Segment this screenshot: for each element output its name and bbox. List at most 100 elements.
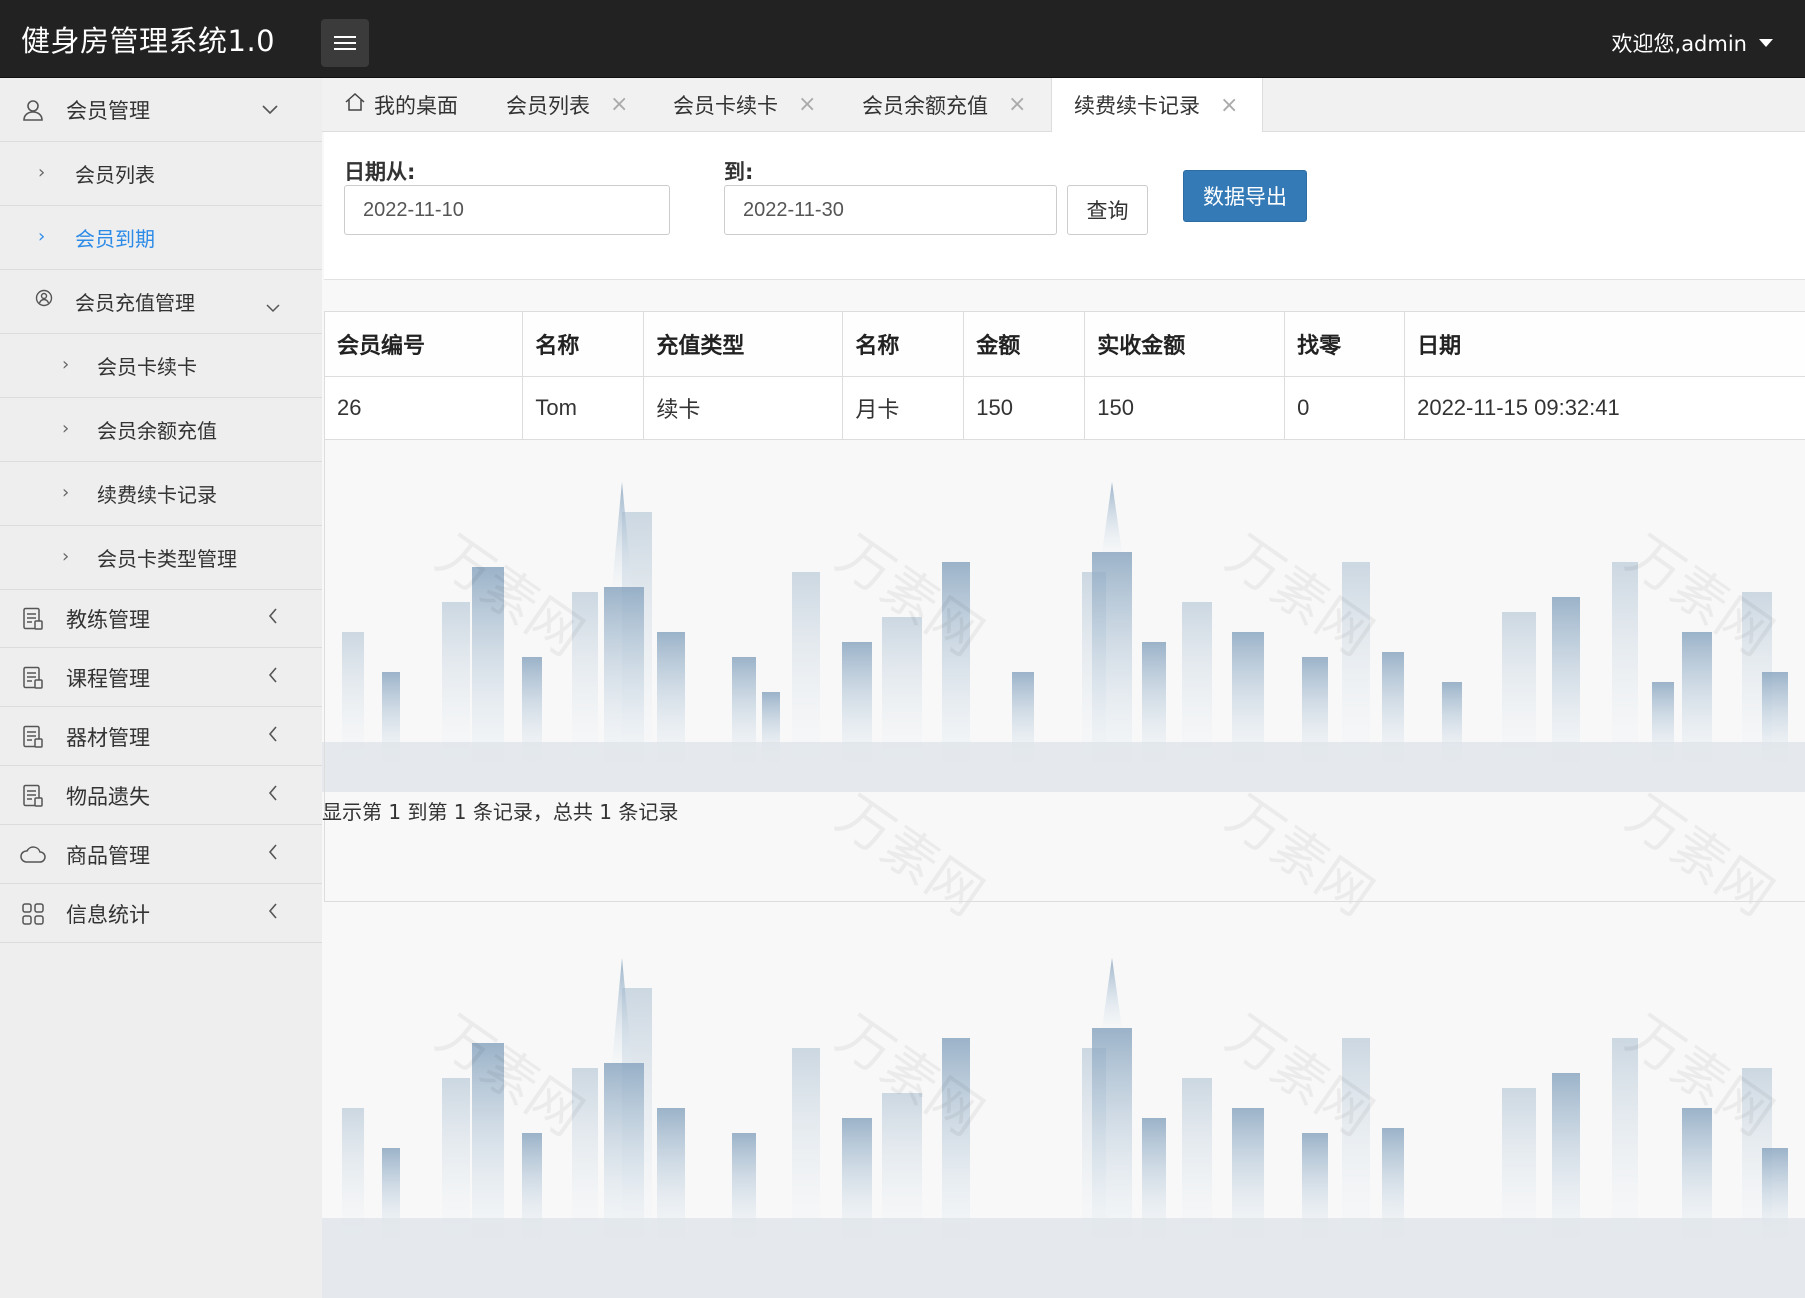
sidebar-item-course-management[interactable]: 课程管理 — [0, 649, 322, 707]
table-cell: 月卡 — [842, 376, 965, 440]
sidebar-item-lost-items[interactable]: 物品遗失 — [0, 767, 322, 825]
search-filter-panel: 日期从: 到: 查询 数据导出 — [324, 132, 1805, 280]
close-icon[interactable]: × — [1220, 93, 1238, 118]
sidebar-item-label: 会员卡类型管理 — [97, 547, 237, 571]
close-icon[interactable]: × — [610, 92, 628, 117]
close-icon[interactable]: × — [1008, 92, 1026, 117]
sidebar-item-label: 会员到期 — [75, 227, 155, 251]
main-content: 万素网 万素网 万素网 万素网 万素网 万素网 万素网 万素网 万素网 万素网 … — [322, 132, 1805, 1298]
tab-label: 会员余额充值 — [862, 93, 988, 118]
table-cell: 150 — [1084, 376, 1286, 440]
sidebar: 会员管理 › 会员列表 › 会员到期 会员充值管理 › 会员卡续卡 › 会员余额… — [0, 78, 323, 1298]
table-cell: 续卡 — [643, 376, 844, 440]
cloud-icon — [20, 842, 46, 868]
chevron-left-icon — [268, 608, 278, 629]
sidebar-item-product-management[interactable]: 商品管理 — [0, 826, 322, 884]
sidebar-item-label: 续费续卡记录 — [97, 483, 217, 507]
sidebar-item-coach-management[interactable]: 教练管理 — [0, 590, 322, 648]
document-icon — [20, 724, 46, 750]
tab-balance-recharge[interactable]: 会员余额充值 × — [862, 78, 1026, 131]
sidebar-item-label: 物品遗失 — [66, 784, 150, 809]
chevron-right-icon: › — [38, 162, 46, 183]
top-navbar: 健身房管理系统1.0 欢迎您,admin — [0, 0, 1805, 78]
sidebar-item-label: 课程管理 — [66, 666, 150, 691]
sidebar-item-statistics[interactable]: 信息统计 — [0, 885, 322, 943]
sidebar-item-label: 会员管理 — [66, 98, 150, 123]
table-cell: 0 — [1284, 376, 1406, 440]
column-header[interactable]: 名称 — [842, 312, 965, 377]
sidebar-item-card-renewal[interactable]: › 会员卡续卡 — [0, 334, 322, 398]
user-menu-dropdown[interactable]: 欢迎您,admin — [1612, 28, 1773, 58]
tab-member-list[interactable]: 会员列表 × — [506, 78, 628, 131]
table-cell: Tom — [522, 376, 645, 440]
table-cell: 2022-11-15 09:32:41 — [1404, 376, 1805, 440]
table-cell: 26 — [325, 376, 524, 440]
date-to-label: 到: — [724, 160, 754, 184]
sidebar-item-recharge-management[interactable]: 会员充值管理 — [0, 270, 322, 334]
sidebar-item-member-management[interactable]: 会员管理 — [0, 78, 322, 142]
sidebar-item-member-list[interactable]: › 会员列表 — [0, 142, 322, 206]
chevron-left-icon — [268, 726, 278, 747]
tab-label: 续费续卡记录 — [1074, 94, 1200, 118]
table-cell: 150 — [963, 376, 1086, 440]
tab-label: 会员卡续卡 — [673, 93, 778, 118]
column-header[interactable]: 名称 — [522, 312, 645, 377]
column-header[interactable]: 日期 — [1404, 312, 1805, 377]
column-header[interactable]: 充值类型 — [643, 312, 844, 377]
sidebar-item-label: 会员卡续卡 — [97, 355, 197, 379]
column-header[interactable]: 金额 — [963, 312, 1086, 377]
sidebar-item-balance-recharge[interactable]: › 会员余额充值 — [0, 398, 322, 462]
table-row[interactable]: 26 Tom 续卡 月卡 150 150 0 2022-11-15 09:32:… — [325, 376, 1805, 440]
sidebar-item-label: 器材管理 — [66, 725, 150, 750]
export-data-button[interactable]: 数据导出 — [1183, 170, 1307, 222]
menu-icon — [334, 32, 356, 54]
column-header[interactable]: 找零 — [1284, 312, 1406, 377]
column-header[interactable]: 实收金额 — [1084, 312, 1286, 377]
date-from-input[interactable] — [344, 185, 670, 235]
chevron-right-icon: › — [62, 546, 70, 567]
sidebar-item-renewal-records[interactable]: › 续费续卡记录 — [0, 462, 322, 526]
date-from-label: 日期从: — [344, 160, 416, 184]
sidebar-item-label: 教练管理 — [66, 607, 150, 632]
document-icon — [20, 665, 46, 691]
sidebar-item-equipment-management[interactable]: 器材管理 — [0, 708, 322, 766]
column-header[interactable]: 会员编号 — [325, 312, 524, 377]
user-greeting: 欢迎您,admin — [1611, 32, 1747, 56]
sidebar-toggle-button[interactable] — [321, 19, 369, 67]
sidebar-item-label: 会员充值管理 — [75, 291, 195, 315]
tab-renewal-records[interactable]: 续费续卡记录 × — [1051, 78, 1264, 132]
tab-card-renewal[interactable]: 会员卡续卡 × — [673, 78, 816, 131]
chevron-left-icon — [268, 903, 278, 924]
grid-icon — [20, 901, 46, 927]
sidebar-item-card-type-management[interactable]: › 会员卡类型管理 — [0, 526, 322, 590]
tab-label: 会员列表 — [506, 93, 590, 118]
city-skyline-background — [322, 958, 1805, 1298]
chevron-left-icon — [268, 785, 278, 806]
app-brand[interactable]: 健身房管理系统1.0 — [21, 18, 275, 60]
chevron-down-icon — [262, 99, 278, 120]
tab-my-desktop[interactable]: 我的桌面 — [344, 78, 458, 131]
sidebar-item-label: 会员列表 — [75, 163, 155, 187]
renewal-records-table: 会员编号 名称 充值类型 名称 金额 实收金额 找零 日期 26 Tom 续卡 … — [325, 312, 1805, 440]
user-icon — [20, 97, 46, 123]
chevron-right-icon: › — [38, 226, 46, 247]
sidebar-item-label: 会员余额充值 — [97, 419, 217, 443]
sidebar-item-member-expiry[interactable]: › 会员到期 — [0, 206, 322, 270]
pagination-info: 显示第 1 到第 1 条记录，总共 1 条记录 — [322, 800, 679, 824]
document-icon — [20, 606, 46, 632]
tab-label: 我的桌面 — [374, 93, 458, 118]
chevron-right-icon: › — [62, 418, 70, 439]
table-header-row: 会员编号 名称 充值类型 名称 金额 实收金额 找零 日期 — [325, 312, 1805, 377]
chevron-down-icon — [266, 294, 280, 318]
chevron-right-icon: › — [62, 482, 70, 503]
query-button[interactable]: 查询 — [1067, 185, 1148, 235]
chevron-left-icon — [268, 667, 278, 688]
chevron-left-icon — [268, 844, 278, 865]
sidebar-item-label: 信息统计 — [66, 902, 150, 927]
caret-down-icon — [1759, 39, 1773, 47]
tab-bar: 我的桌面 会员列表 × 会员卡续卡 × 会员余额充值 × 续费续卡记录 × — [322, 78, 1805, 132]
close-icon[interactable]: × — [798, 92, 816, 117]
document-icon — [20, 783, 46, 809]
chevron-right-icon: › — [62, 354, 70, 375]
date-to-input[interactable] — [724, 185, 1057, 235]
